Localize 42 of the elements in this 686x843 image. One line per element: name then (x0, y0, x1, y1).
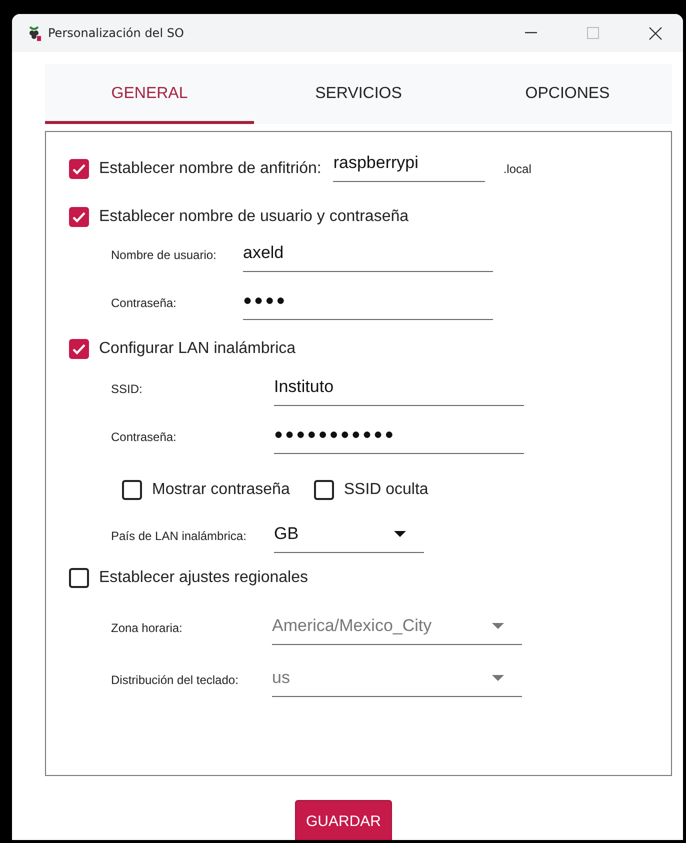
input-field[interactable]: Instituto (274, 372, 524, 406)
tab[interactable]: OPCIONES (463, 64, 672, 124)
checkbox[interactable] (314, 480, 334, 500)
check-icon (72, 211, 86, 223)
checkbox-label: SSID oculta (344, 481, 428, 499)
input-field[interactable]: axeld (243, 238, 493, 272)
checkbox-label: Establecer nombre de usuario y contraseña (99, 208, 409, 226)
checkbox[interactable] (69, 207, 89, 227)
caret-icon (492, 674, 504, 680)
check-icon (72, 163, 86, 175)
field-label: País de LAN inalámbrica: (111, 529, 248, 545)
tab[interactable]: GENERAL (45, 64, 254, 124)
save-button[interactable]: GUARDAR (294, 800, 392, 840)
close-icon (648, 26, 662, 40)
window-title: Personalización del SO (48, 26, 185, 40)
caret-icon (492, 622, 504, 628)
field-label: Nombre de usuario: (111, 248, 218, 264)
minimize-icon (525, 32, 537, 34)
maximize-icon (587, 27, 599, 39)
checkbox[interactable] (69, 159, 89, 179)
caret-icon (394, 530, 406, 536)
checkbox-label: Establecer nombre de anfitrión: (99, 160, 322, 178)
check-icon (72, 343, 86, 355)
field-label: Contraseña: (111, 430, 178, 446)
field-label: Zona horaria: (111, 621, 184, 637)
checkbox[interactable] (69, 339, 89, 359)
checkbox-label: Configurar LAN inalámbrica (99, 340, 296, 358)
password-field[interactable]: ●●●●●●●●●●● (274, 420, 524, 454)
password-field[interactable]: ●●●● (243, 286, 493, 320)
field-label: SSID: (111, 382, 144, 398)
checkbox[interactable] (122, 480, 142, 500)
field-label: Distribución del teclado: (111, 673, 240, 689)
field-label: Contraseña: (111, 296, 178, 312)
domain-suffix: .local (503, 162, 532, 178)
dropdown[interactable]: GB (274, 519, 424, 553)
input-field[interactable]: raspberrypi (333, 148, 486, 182)
tab[interactable]: SERVICIOS (254, 64, 463, 124)
dropdown[interactable]: America/Mexico_City (272, 611, 522, 645)
checkbox[interactable] (69, 568, 89, 588)
dropdown[interactable]: us (272, 663, 522, 697)
checkbox-label: Establecer ajustes regionales (99, 569, 308, 587)
checkbox-label: Mostrar contraseña (152, 481, 290, 499)
